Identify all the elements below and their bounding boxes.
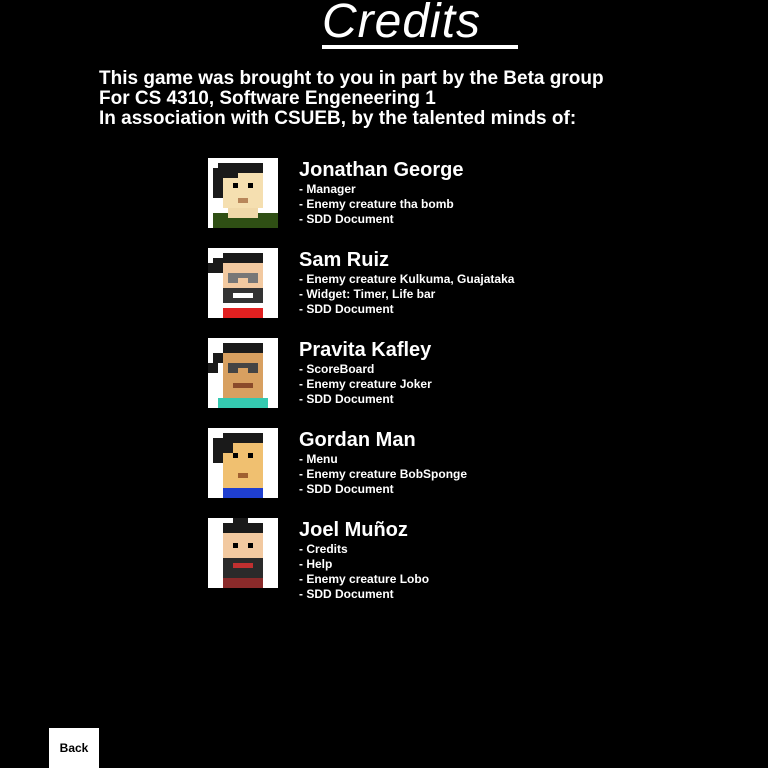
avatar bbox=[208, 518, 278, 588]
intro-line-3: In association with CSUEB, by the talent… bbox=[99, 108, 577, 129]
avatar bbox=[208, 158, 278, 228]
role-item: - SDD Document bbox=[299, 482, 394, 496]
member-roles: - ScoreBoard - Enemy creature Joker - SD… bbox=[299, 362, 432, 407]
member-roles: - Menu - Enemy creature BobSponge - SDD … bbox=[299, 452, 467, 497]
avatar bbox=[208, 428, 278, 498]
role-item: - Credits bbox=[299, 542, 348, 556]
member-roles: - Credits - Help - Enemy creature Lobo -… bbox=[299, 542, 429, 602]
role-item: - Enemy creature Lobo bbox=[299, 572, 430, 586]
role-item: - Help bbox=[299, 557, 333, 571]
intro-line-1: This game was brought to you in part by … bbox=[99, 68, 604, 89]
role-item: - ScoreBoard bbox=[299, 362, 375, 376]
role-item: - Enemy creature Kulkuma, Guajataka bbox=[299, 272, 515, 286]
role-item: - Menu bbox=[299, 452, 338, 466]
member-name: Pravita Kafley bbox=[299, 339, 432, 361]
avatar bbox=[208, 338, 278, 408]
role-item: - SDD Document bbox=[299, 587, 394, 601]
role-item: - Manager bbox=[299, 182, 356, 196]
role-item: - Enemy creature BobSponge bbox=[299, 467, 468, 481]
role-item: - Widget: Timer, Life bar bbox=[299, 287, 436, 301]
member-roles: - Enemy creature Kulkuma, Guajataka - Wi… bbox=[299, 272, 514, 317]
intro-text: This game was brought to you in part by … bbox=[99, 69, 604, 129]
member-name: Jonathan George bbox=[299, 159, 464, 181]
credits-title: Credits bbox=[322, 0, 482, 48]
role-item: - Enemy creature tha bomb bbox=[299, 197, 454, 211]
back-button[interactable]: Back bbox=[49, 728, 99, 768]
role-item: - SDD Document bbox=[299, 392, 394, 406]
member-name: Sam Ruiz bbox=[299, 249, 390, 271]
member-roles: - Manager - Enemy creature tha bomb - SD… bbox=[299, 182, 454, 227]
role-item: - SDD Document bbox=[299, 212, 394, 226]
title-underline bbox=[322, 45, 518, 49]
role-item: - Enemy creature Joker bbox=[299, 377, 432, 391]
role-item: - SDD Document bbox=[299, 302, 394, 316]
member-name: Gordan Man bbox=[299, 429, 416, 451]
intro-line-2: For CS 4310, Software Engeneering 1 bbox=[99, 88, 436, 109]
member-name: Joel Muñoz bbox=[299, 519, 408, 541]
avatar bbox=[208, 248, 278, 318]
